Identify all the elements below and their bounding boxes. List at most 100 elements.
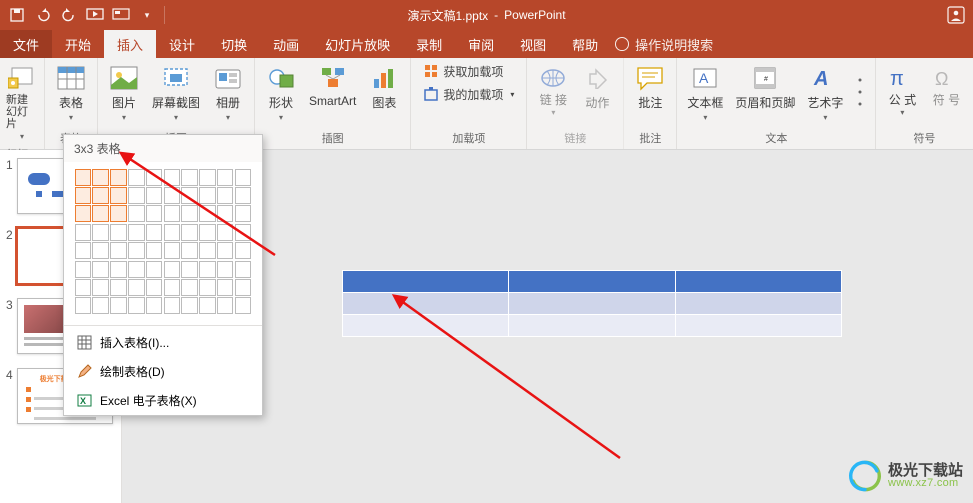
- grid-cell[interactable]: [181, 169, 197, 186]
- grid-cell[interactable]: [110, 224, 126, 241]
- grid-cell[interactable]: [92, 205, 108, 222]
- grid-cell[interactable]: [110, 297, 126, 314]
- grid-cell[interactable]: [235, 261, 251, 278]
- grid-cell[interactable]: [75, 297, 91, 314]
- tab-review[interactable]: 审阅: [455, 30, 507, 58]
- grid-cell[interactable]: [217, 261, 233, 278]
- new-slide-button[interactable]: 新建 幻灯片 ▾: [2, 61, 42, 144]
- tab-home[interactable]: 开始: [52, 30, 104, 58]
- grid-cell[interactable]: [146, 279, 162, 296]
- draw-table-menuitem[interactable]: 绘制表格(D): [64, 357, 262, 386]
- grid-cell[interactable]: [181, 279, 197, 296]
- grid-cell[interactable]: [164, 261, 180, 278]
- grid-cell[interactable]: [128, 205, 144, 222]
- excel-table-menuitem[interactable]: X Excel 电子表格(X): [64, 386, 262, 415]
- table-button[interactable]: 表格 ▾: [51, 61, 91, 125]
- grid-cell[interactable]: [199, 297, 215, 314]
- my-addins-button[interactable]: 我的加载项▾: [417, 84, 520, 105]
- get-addins-button[interactable]: 获取加载项: [417, 61, 520, 82]
- grid-cell[interactable]: [92, 279, 108, 296]
- tab-view[interactable]: 视图: [507, 30, 559, 58]
- grid-cell[interactable]: [146, 205, 162, 222]
- grid-cell[interactable]: [146, 169, 162, 186]
- grid-cell[interactable]: [92, 187, 108, 204]
- grid-cell[interactable]: [92, 261, 108, 278]
- grid-cell[interactable]: [110, 261, 126, 278]
- grid-cell[interactable]: [199, 242, 215, 259]
- grid-cell[interactable]: [181, 187, 197, 204]
- grid-cell[interactable]: [110, 205, 126, 222]
- grid-cell[interactable]: [217, 224, 233, 241]
- grid-cell[interactable]: [128, 279, 144, 296]
- grid-cell[interactable]: [75, 224, 91, 241]
- grid-cell[interactable]: [181, 242, 197, 259]
- grid-cell[interactable]: [164, 242, 180, 259]
- grid-cell[interactable]: [199, 187, 215, 204]
- grid-cell[interactable]: [235, 169, 251, 186]
- grid-cell[interactable]: [217, 169, 233, 186]
- tell-me-search[interactable]: 操作说明搜索: [615, 30, 713, 58]
- grid-cell[interactable]: [181, 205, 197, 222]
- grid-cell[interactable]: [199, 169, 215, 186]
- grid-cell[interactable]: [110, 279, 126, 296]
- grid-cell[interactable]: [164, 169, 180, 186]
- grid-cell[interactable]: [235, 224, 251, 241]
- wordart-button[interactable]: A 艺术字 ▾: [803, 61, 847, 125]
- tab-slideshow[interactable]: 幻灯片放映: [312, 30, 403, 58]
- textbox-button[interactable]: A 文本框 ▾: [683, 61, 727, 125]
- comment-button[interactable]: 批注: [630, 61, 670, 114]
- grid-cell[interactable]: [75, 169, 91, 186]
- tab-file[interactable]: 文件: [0, 30, 52, 58]
- pictures-button[interactable]: 图片 ▾: [104, 61, 144, 125]
- table-size-grid[interactable]: [64, 162, 262, 323]
- grid-cell[interactable]: [146, 297, 162, 314]
- grid-cell[interactable]: [217, 205, 233, 222]
- qat-dropdown-icon[interactable]: ▾: [138, 6, 156, 24]
- grid-cell[interactable]: [75, 242, 91, 259]
- grid-cell[interactable]: [164, 205, 180, 222]
- grid-cell[interactable]: [128, 169, 144, 186]
- tab-animations[interactable]: 动画: [260, 30, 312, 58]
- grid-cell[interactable]: [92, 169, 108, 186]
- presenter-icon[interactable]: [112, 6, 130, 24]
- tab-insert[interactable]: 插入: [104, 30, 156, 58]
- grid-cell[interactable]: [199, 261, 215, 278]
- grid-cell[interactable]: [235, 297, 251, 314]
- shapes-button[interactable]: 形状 ▾: [261, 61, 301, 125]
- tab-help[interactable]: 帮助: [559, 30, 611, 58]
- grid-cell[interactable]: [235, 205, 251, 222]
- grid-cell[interactable]: [217, 279, 233, 296]
- grid-cell[interactable]: [128, 224, 144, 241]
- grid-cell[interactable]: [110, 187, 126, 204]
- grid-cell[interactable]: [199, 224, 215, 241]
- chart-button[interactable]: 图表: [364, 61, 404, 114]
- grid-cell[interactable]: [164, 187, 180, 204]
- header-footer-button[interactable]: # 页眉和页脚: [731, 61, 799, 114]
- grid-cell[interactable]: [181, 297, 197, 314]
- grid-cell[interactable]: [199, 279, 215, 296]
- grid-cell[interactable]: [164, 279, 180, 296]
- grid-cell[interactable]: [128, 187, 144, 204]
- slideshow-from-start-icon[interactable]: [86, 6, 104, 24]
- grid-cell[interactable]: [110, 169, 126, 186]
- grid-cell[interactable]: [110, 242, 126, 259]
- grid-cell[interactable]: [128, 242, 144, 259]
- tab-design[interactable]: 设计: [156, 30, 208, 58]
- user-icon[interactable]: [947, 6, 965, 24]
- grid-cell[interactable]: [235, 279, 251, 296]
- grid-cell[interactable]: [164, 224, 180, 241]
- grid-cell[interactable]: [235, 242, 251, 259]
- inserted-table[interactable]: [342, 270, 842, 337]
- smartart-button[interactable]: SmartArt: [305, 61, 360, 111]
- grid-cell[interactable]: [75, 205, 91, 222]
- screenshot-button[interactable]: 屏幕截图 ▾: [148, 61, 204, 125]
- grid-cell[interactable]: [146, 224, 162, 241]
- grid-cell[interactable]: [199, 205, 215, 222]
- grid-cell[interactable]: [92, 224, 108, 241]
- grid-cell[interactable]: [128, 297, 144, 314]
- tab-record[interactable]: 录制: [403, 30, 455, 58]
- insert-table-menuitem[interactable]: 插入表格(I)...: [64, 328, 262, 357]
- grid-cell[interactable]: [217, 242, 233, 259]
- grid-cell[interactable]: [92, 297, 108, 314]
- text-more-button[interactable]: [851, 61, 869, 123]
